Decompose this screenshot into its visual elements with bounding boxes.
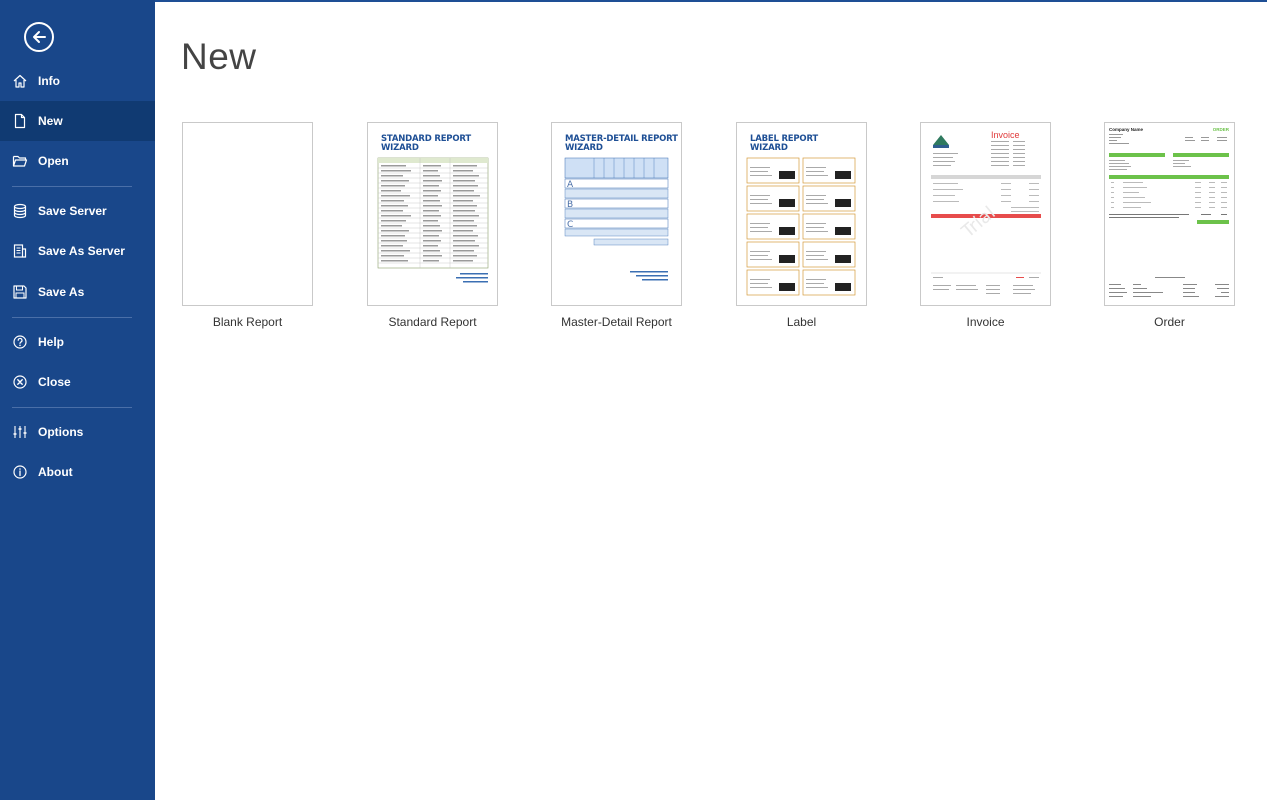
svg-text:A: A <box>567 180 574 190</box>
sidebar-item-label: Open <box>38 154 69 168</box>
sidebar-item-label: Save As Server <box>38 244 125 258</box>
template-thumbnail: LABEL REPORT WIZARD <box>736 122 867 306</box>
document-icon <box>12 113 28 129</box>
sidebar-item-label: Close <box>38 375 71 389</box>
template-thumbnail: STANDARD REPORT WIZARD <box>367 122 498 306</box>
sidebar-item-close[interactable]: Close <box>0 362 155 402</box>
template-thumbnail: Company Name ORDER <box>1104 122 1235 306</box>
template-master-detail-report[interactable]: MASTER-DETAIL REPORT WIZARD ABC Master-D… <box>551 122 683 329</box>
sidebar-item-save-as[interactable]: Save As <box>0 272 155 312</box>
sidebar-divider <box>12 186 132 187</box>
master-detail-preview: ABC <box>564 157 669 281</box>
sidebar-item-label: About <box>38 465 73 479</box>
template-label: Order <box>1154 315 1185 329</box>
order-preview <box>1109 134 1229 297</box>
invoice-preview: Trial <box>931 135 1041 294</box>
folder-open-icon <box>12 153 28 169</box>
svg-text:Trial: Trial <box>957 202 999 242</box>
floppy-disk-icon <box>12 284 28 300</box>
template-order[interactable]: Company Name ORDER Order <box>1104 122 1236 329</box>
close-circle-icon <box>12 374 28 390</box>
sliders-icon <box>12 424 28 440</box>
template-label[interactable]: LABEL REPORT WIZARD Label <box>736 122 868 329</box>
server-save-icon <box>12 243 28 259</box>
sidebar-item-info[interactable]: Info <box>0 61 155 101</box>
template-standard-report[interactable]: STANDARD REPORT WIZARD Standard Report <box>367 122 499 329</box>
template-thumbnail <box>182 122 313 306</box>
info-circle-icon <box>12 464 28 480</box>
window-top-border <box>0 0 1267 2</box>
sidebar-item-label: Help <box>38 335 65 349</box>
sidebar-item-about[interactable]: About <box>0 452 155 492</box>
template-invoice[interactable]: Invoice Trial Invoice <box>920 122 1052 329</box>
sidebar-item-options[interactable]: Options <box>0 412 155 452</box>
home-icon <box>12 73 28 89</box>
database-icon <box>12 203 28 219</box>
sidebar-item-new[interactable]: New <box>0 101 155 141</box>
template-label: Standard Report <box>388 315 477 329</box>
svg-text:B: B <box>567 200 573 210</box>
template-label: Master-Detail Report <box>561 315 672 329</box>
sidebar-item-label: New <box>38 114 63 128</box>
sidebar-item-help[interactable]: Help <box>0 322 155 362</box>
back-button[interactable] <box>24 22 54 52</box>
standard-report-preview <box>377 157 489 283</box>
sidebar-item-label: Options <box>38 425 84 439</box>
sidebar-item-label: Info <box>38 74 60 88</box>
sidebar-item-open[interactable]: Open <box>0 141 155 181</box>
arrow-left-icon <box>33 31 46 43</box>
template-label: Label <box>786 315 817 329</box>
template-label: Invoice <box>966 315 1005 329</box>
sidebar-item-save-server[interactable]: Save Server <box>0 191 155 231</box>
question-circle-icon <box>12 334 28 350</box>
sidebar-divider <box>12 407 132 408</box>
template-blank-report[interactable]: Blank Report <box>182 122 314 329</box>
sidebar-item-label: Save Server <box>38 204 107 218</box>
sidebar-item-save-as-server[interactable]: Save As Server <box>0 231 155 271</box>
sidebar-divider <box>12 317 132 318</box>
backstage-sidebar: Info New Open Save Server Save As Server… <box>0 0 155 800</box>
page-title: New <box>181 36 257 77</box>
template-label: Blank Report <box>212 315 283 329</box>
sidebar-item-label: Save As <box>38 285 85 299</box>
template-thumbnail: Invoice Trial <box>920 122 1051 306</box>
template-thumbnail: MASTER-DETAIL REPORT WIZARD ABC <box>551 122 682 306</box>
label-report-preview <box>746 157 856 296</box>
svg-text:C: C <box>567 220 573 230</box>
